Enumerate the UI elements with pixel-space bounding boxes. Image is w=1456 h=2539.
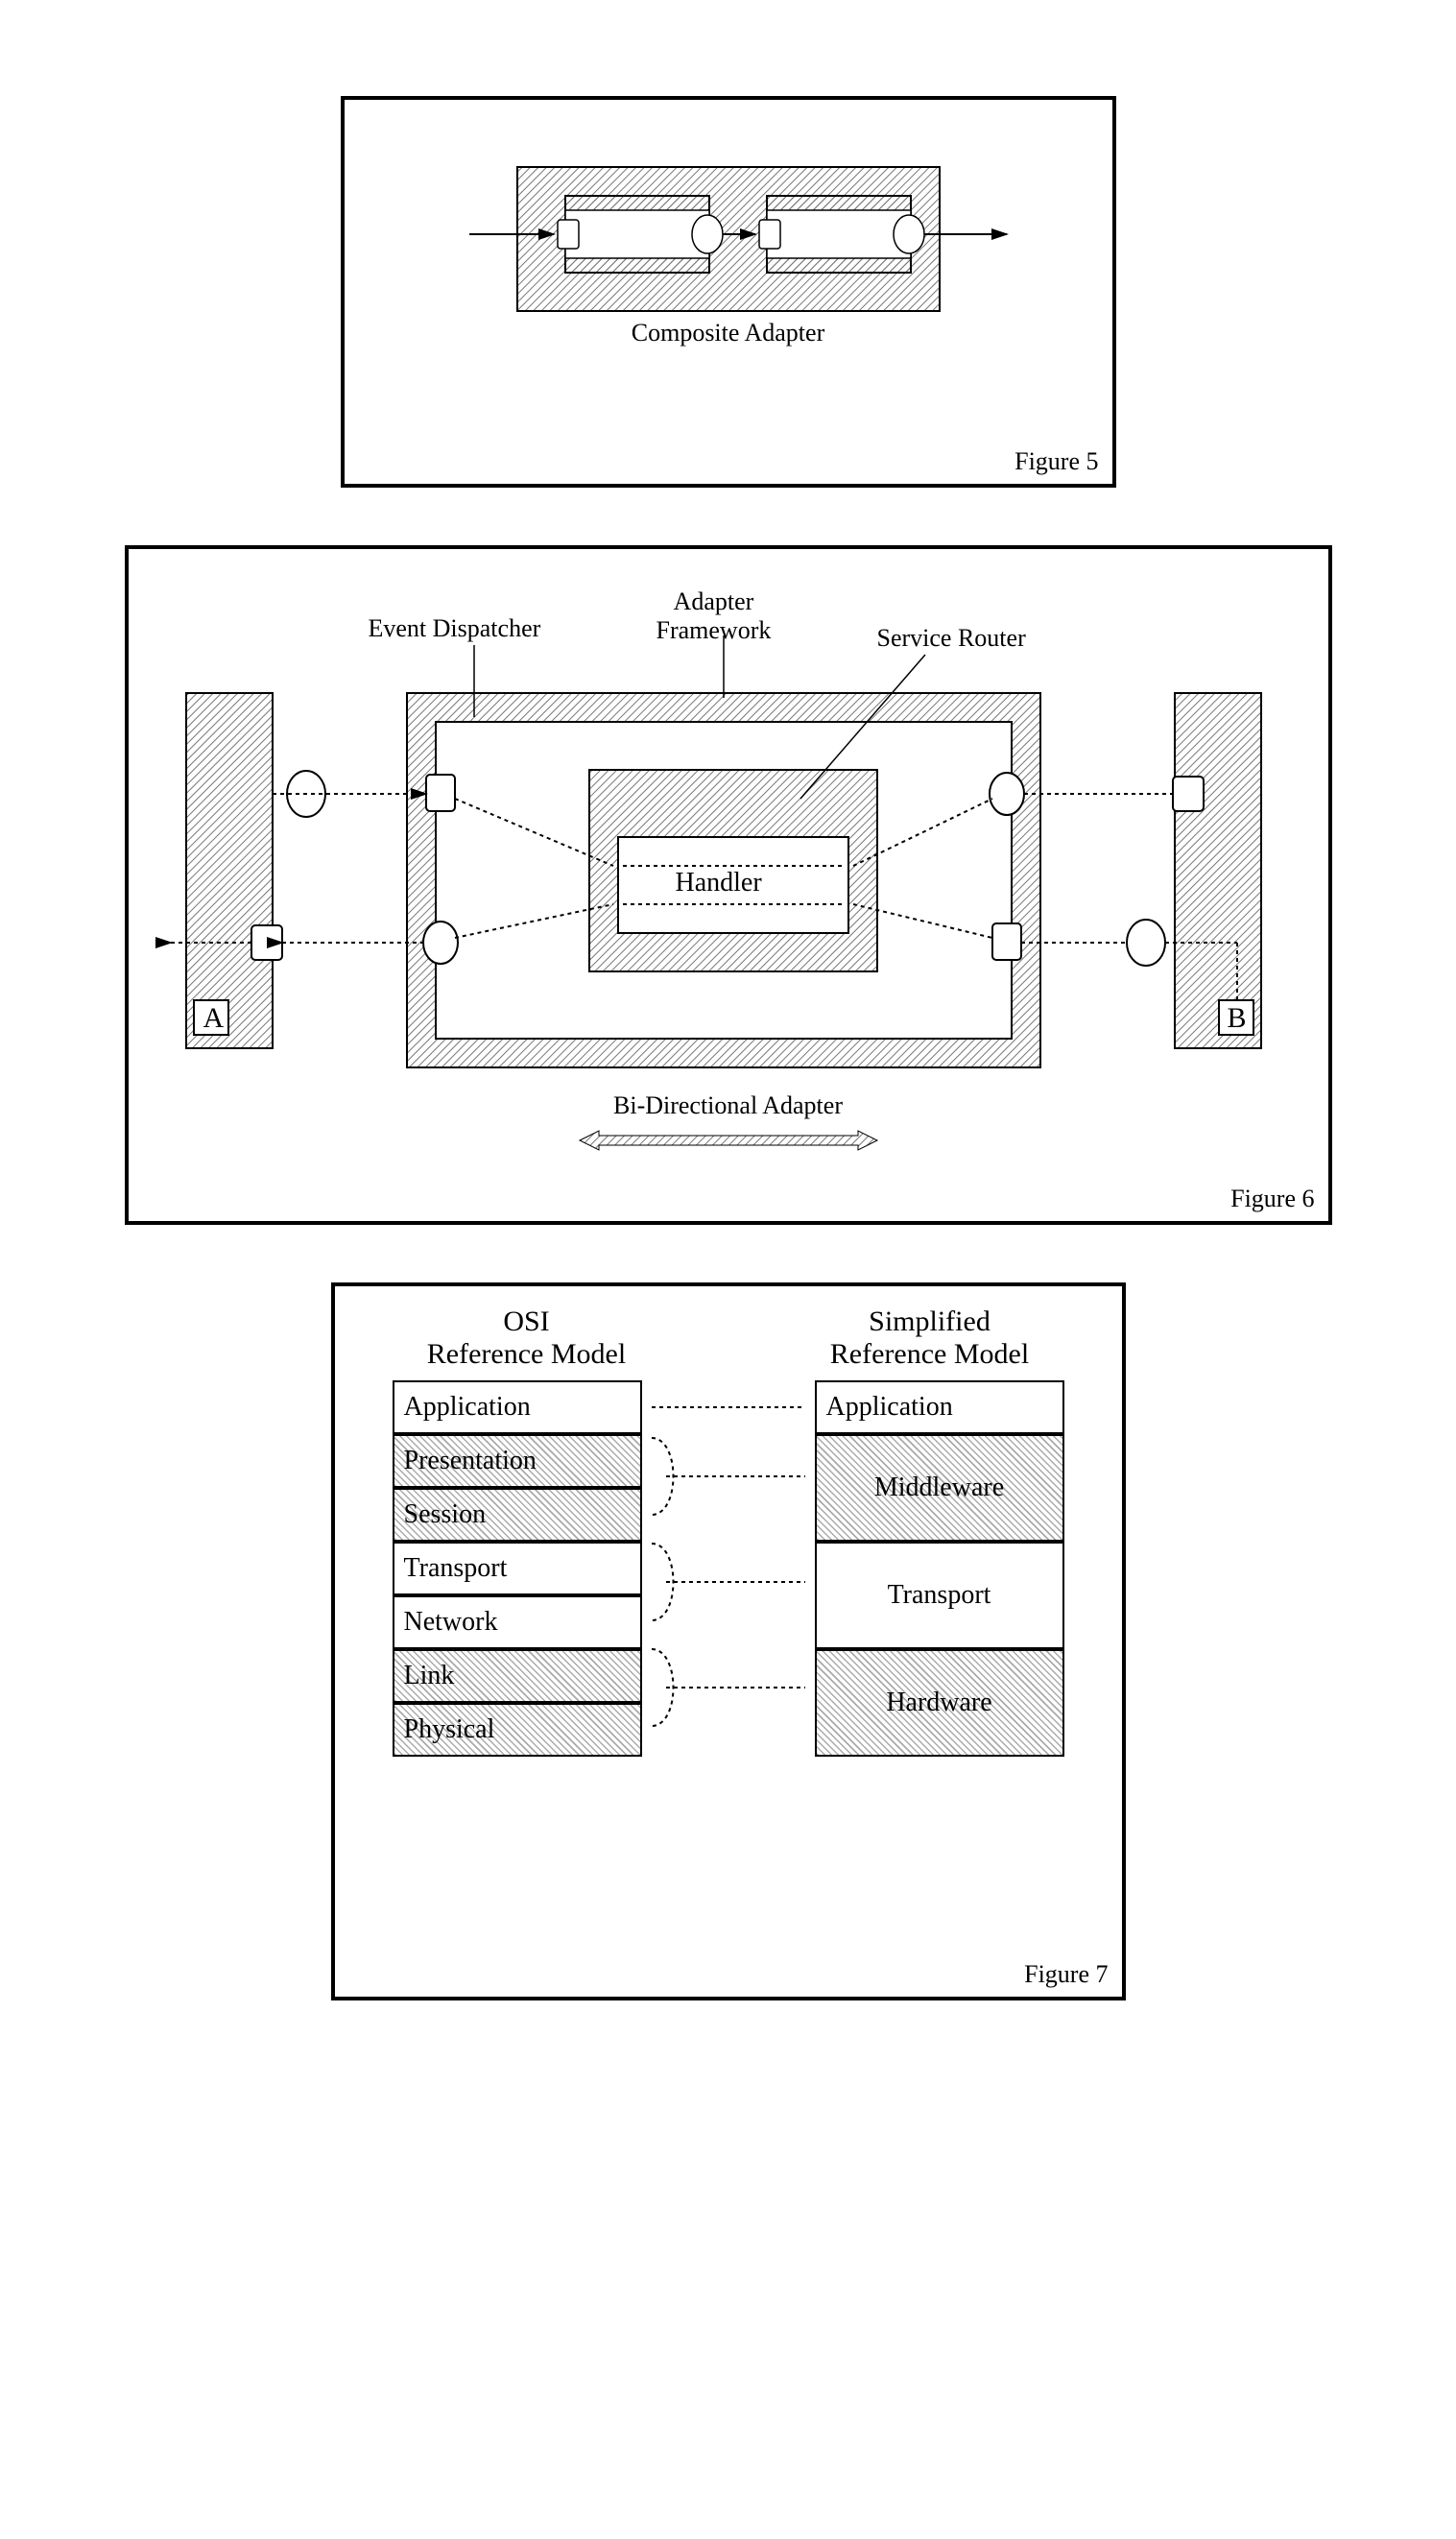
fig6-sr: Service Router	[877, 624, 1026, 653]
osi-network: Network	[393, 1595, 642, 1649]
fig7-left-title: OSI Reference Model	[393, 1305, 661, 1371]
fig6-handler: Handler	[676, 868, 762, 898]
fig7-right-title: Simplified Reference Model	[796, 1305, 1064, 1371]
osi-transport: Transport	[393, 1542, 642, 1595]
simplified-stack: Application Middleware Transport Hardwar…	[815, 1380, 1064, 1764]
simp-hardware: Hardware	[815, 1649, 1064, 1757]
fig5-caption: Composite Adapter	[345, 319, 1112, 347]
osi-physical: Physical	[393, 1703, 642, 1757]
fig6-caption: Bi-Directional Adapter	[129, 1091, 1328, 1120]
osi-presentation: Presentation	[393, 1434, 642, 1488]
fig6-af: Adapter Framework	[656, 587, 772, 645]
fig5-svg	[345, 100, 1112, 484]
fig5-label: Figure 5	[1014, 447, 1098, 476]
simp-middleware: Middleware	[815, 1434, 1064, 1542]
fig7-mapping	[642, 1380, 815, 1764]
osi-session: Session	[393, 1488, 642, 1542]
figure-5: Composite Adapter Figure 5	[341, 96, 1116, 488]
figure-7: OSI Reference Model Simplified Reference…	[331, 1282, 1126, 2000]
fig6-b: B	[1228, 1002, 1247, 1035]
osi-link: Link	[393, 1649, 642, 1703]
fig6-ed: Event Dispatcher	[369, 614, 541, 643]
fig6-a: A	[203, 1002, 225, 1035]
fig6-label: Figure 6	[1230, 1185, 1314, 1213]
figure-6: Event Dispatcher Adapter Framework Servi…	[125, 545, 1332, 1225]
osi-stack: Application Presentation Session Transpo…	[393, 1380, 642, 1764]
simp-transport: Transport	[815, 1542, 1064, 1649]
fig7-label: Figure 7	[1024, 1960, 1108, 1989]
simp-application: Application	[815, 1380, 1064, 1434]
osi-application: Application	[393, 1380, 642, 1434]
